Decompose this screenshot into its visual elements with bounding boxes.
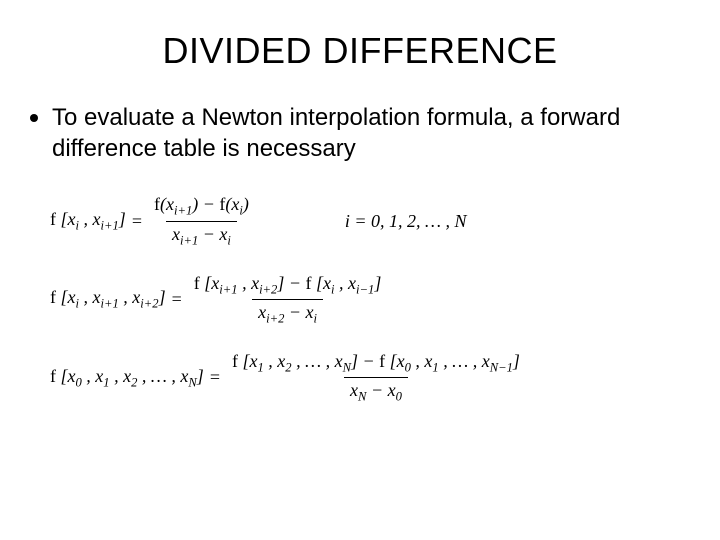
formula-2-fraction: f [xi+1 , xi+2] − f [xi , xi−1] xi+2 − x… [188,273,388,327]
formula-1-denominator: xi+1 − xi [166,221,237,249]
slide: DIVIDED DIFFERENCE To evaluate a Newton … [0,0,720,540]
bullet-dot-icon [30,114,38,122]
formula-block: f [xi , xi+1] = f(xi+1) − f(xi) xi+1 − x… [30,194,690,405]
formula-3-fraction: f [x1 , x2 , … , xN] − f [x0 , x1 , … , … [226,351,526,405]
formula-2-denominator: xi+2 − xi [252,299,323,327]
equals-sign: = [210,367,220,388]
formula-3-lhs: f [x0 , x1 , x2 , … , xN] [50,366,204,391]
formula-1: f [xi , xi+1] = f(xi+1) − f(xi) xi+1 − x… [50,194,690,248]
formula-3-denominator: xN − x0 [344,377,408,405]
formula-1-lhs: f [xi , xi+1] [50,209,126,234]
formula-1-index-range: i = 0, 1, 2, … , N [345,211,467,232]
formula-2: f [xi , xi+1 , xi+2] = f [xi+1 , xi+2] −… [50,273,690,327]
bullet-item: To evaluate a Newton interpolation formu… [30,102,690,164]
bullet-text: To evaluate a Newton interpolation formu… [52,102,690,164]
equals-sign: = [172,289,182,310]
formula-3-numerator: f [x1 , x2 , … , xN] − f [x0 , x1 , … , … [226,351,526,378]
formula-2-lhs: f [xi , xi+1 , xi+2] [50,287,166,312]
formula-2-numerator: f [xi+1 , xi+2] − f [xi , xi−1] [188,273,388,300]
equals-sign: = [132,211,142,232]
formula-1-fraction: f(xi+1) − f(xi) xi+1 − xi [148,194,255,248]
formula-1-numerator: f(xi+1) − f(xi) [148,194,255,221]
formula-3: f [x0 , x1 , x2 , … , xN] = f [x1 , x2 ,… [50,351,690,405]
slide-title: DIVIDED DIFFERENCE [30,30,690,72]
